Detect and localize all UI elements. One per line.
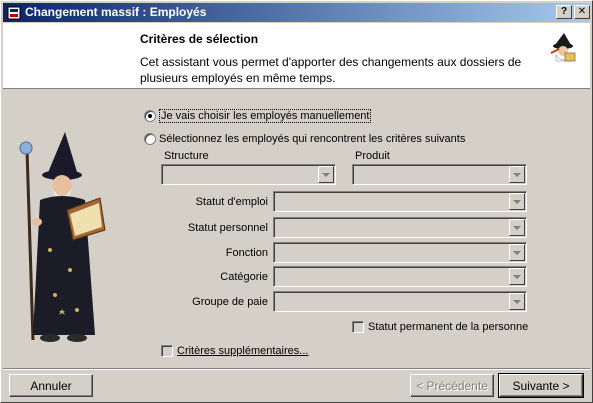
radio-manual-button[interactable]: [144, 110, 156, 122]
close-icon: ✕: [577, 6, 587, 17]
previous-button[interactable]: < Précédente: [410, 374, 494, 397]
statut-personnel-label: Statut personnel: [187, 222, 268, 234]
permanent-checkbox[interactable]: [352, 321, 364, 333]
help-button[interactable]: ?: [556, 5, 572, 19]
chevron-down-icon[interactable]: [509, 293, 525, 310]
statut-personnel-select[interactable]: [273, 217, 527, 238]
extra-criteria-label[interactable]: Critères supplémentaires...: [177, 345, 308, 357]
header-description: Cet assistant vous permet d'apporter des…: [140, 55, 522, 85]
title-bar[interactable]: Changement massif : Employés ? ✕: [3, 3, 590, 22]
permanent-label[interactable]: Statut permanent de la personne: [368, 321, 528, 333]
produit-select[interactable]: [352, 164, 527, 185]
next-button[interactable]: Suivante >: [498, 373, 584, 398]
chevron-down-icon[interactable]: [509, 166, 525, 183]
chevron-down-icon[interactable]: [509, 219, 525, 236]
permanent-checkbox-row[interactable]: Statut permanent de la personne: [352, 321, 528, 333]
radio-manual-label[interactable]: Je vais choisir les employés manuellemen…: [159, 109, 372, 123]
structure-select[interactable]: [161, 164, 336, 185]
groupe-paie-label: Groupe de paie: [192, 296, 268, 308]
wizard-header: Critères de sélection Cet assistant vous…: [3, 23, 590, 89]
wizard-content: Je vais choisir les employés manuellemen…: [122, 90, 590, 367]
fonction-label: Fonction: [225, 247, 268, 259]
statut-emploi-label: Statut d'emploi: [195, 196, 268, 208]
window-title: Changement massif : Employés: [25, 5, 207, 19]
wizard-hat-icon: [550, 33, 576, 62]
close-button[interactable]: ✕: [574, 5, 590, 19]
chevron-down-icon[interactable]: [509, 193, 525, 210]
wizard-footer: Annuler < Précédente Suivante >: [3, 368, 590, 401]
groupe-paie-select[interactable]: [273, 291, 527, 312]
extra-criteria-row[interactable]: Critères supplémentaires...: [161, 345, 308, 357]
fonction-select[interactable]: [273, 242, 527, 263]
radio-criteria-label[interactable]: Sélectionnez les employés qui rencontren…: [159, 133, 465, 145]
chevron-down-icon[interactable]: [509, 268, 525, 285]
header-title: Critères de sélection: [140, 32, 259, 46]
app-icon: [6, 5, 21, 20]
structure-label: Structure: [164, 150, 209, 162]
statut-emploi-select[interactable]: [273, 191, 527, 212]
chevron-down-icon[interactable]: [509, 244, 525, 261]
radio-criteria[interactable]: Sélectionnez les employés qui rencontren…: [144, 133, 465, 145]
extra-criteria-checkbox[interactable]: [161, 345, 173, 357]
cancel-button[interactable]: Annuler: [9, 374, 93, 397]
wizard-illustration-icon: [19, 132, 106, 342]
categorie-select[interactable]: [273, 266, 527, 287]
wizard-window: Changement massif : Employés ? ✕ Critère…: [0, 0, 593, 403]
produit-label: Produit: [355, 150, 390, 162]
categorie-label: Catégorie: [220, 271, 268, 283]
chevron-down-icon[interactable]: [318, 166, 334, 183]
radio-manual[interactable]: Je vais choisir les employés manuellemen…: [144, 109, 372, 123]
wizard-image-panel: [3, 90, 121, 367]
radio-criteria-button[interactable]: [144, 133, 156, 145]
help-icon: ?: [560, 6, 568, 17]
